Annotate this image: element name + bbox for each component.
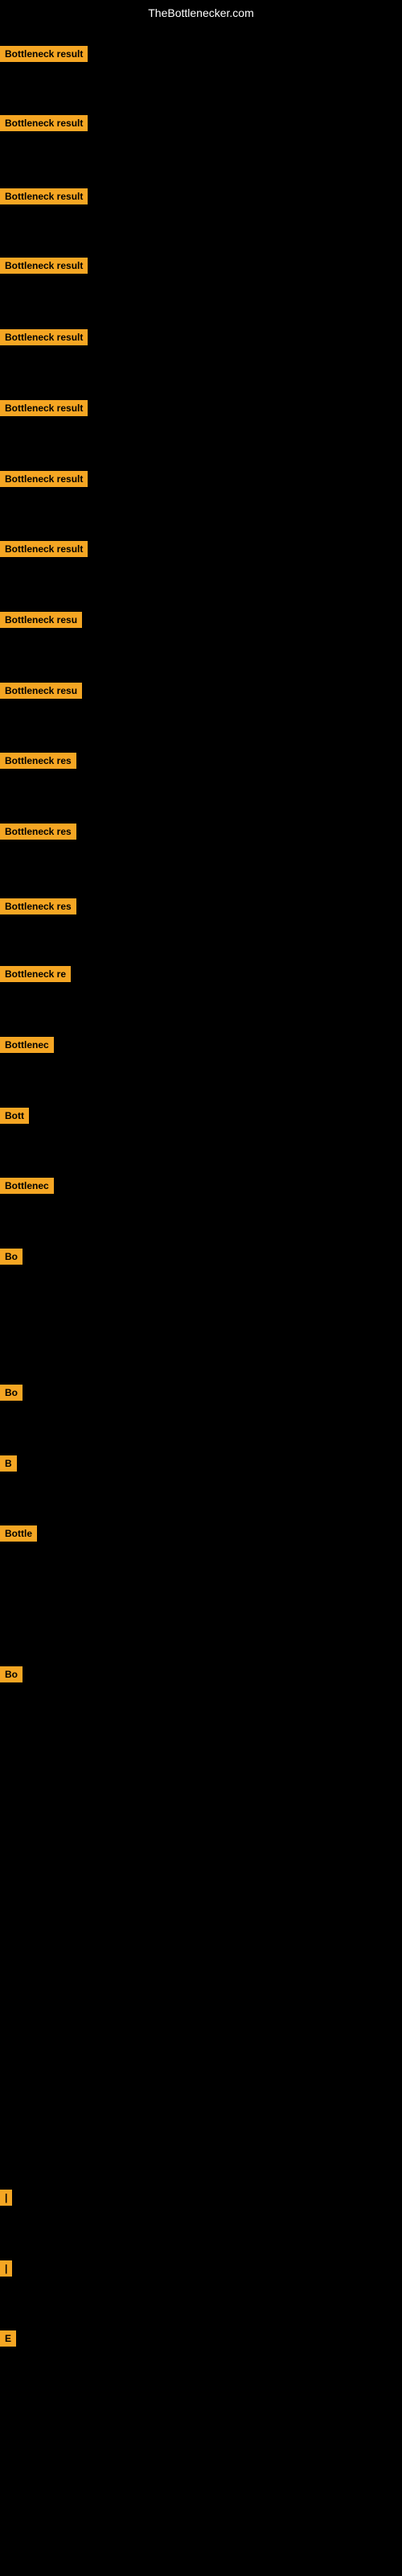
badge-container-7: Bottleneck result xyxy=(0,471,88,491)
badge-container-19: Bo xyxy=(0,1385,23,1405)
bottleneck-result-badge-17[interactable]: Bottlenec xyxy=(0,1178,54,1194)
bottleneck-result-badge-25[interactable]: E xyxy=(0,2330,16,2347)
badge-container-14: Bottleneck re xyxy=(0,966,71,986)
badge-container-23: | xyxy=(0,2190,12,2210)
bottleneck-result-badge-16[interactable]: Bott xyxy=(0,1108,29,1124)
badge-container-22: Bo xyxy=(0,1666,23,1686)
bottleneck-result-badge-3[interactable]: Bottleneck result xyxy=(0,188,88,204)
badge-container-17: Bottlenec xyxy=(0,1178,54,1198)
bottleneck-result-badge-12[interactable]: Bottleneck res xyxy=(0,824,76,840)
badge-container-15: Bottlenec xyxy=(0,1037,54,1057)
bottleneck-result-badge-19[interactable]: Bo xyxy=(0,1385,23,1401)
bottleneck-result-badge-11[interactable]: Bottleneck res xyxy=(0,753,76,769)
badge-container-3: Bottleneck result xyxy=(0,188,88,208)
badge-container-24: | xyxy=(0,2260,12,2281)
bottleneck-result-badge-4[interactable]: Bottleneck result xyxy=(0,258,88,274)
badge-container-12: Bottleneck res xyxy=(0,824,76,844)
bottleneck-result-badge-1[interactable]: Bottleneck result xyxy=(0,46,88,62)
badge-container-4: Bottleneck result xyxy=(0,258,88,278)
site-title: TheBottlenecker.com xyxy=(0,0,402,26)
badge-container-25: E xyxy=(0,2330,16,2351)
bottleneck-result-badge-6[interactable]: Bottleneck result xyxy=(0,400,88,416)
badge-container-16: Bott xyxy=(0,1108,29,1128)
bottleneck-result-badge-21[interactable]: Bottle xyxy=(0,1525,37,1542)
bottleneck-result-badge-8[interactable]: Bottleneck result xyxy=(0,541,88,557)
bottleneck-result-badge-5[interactable]: Bottleneck result xyxy=(0,329,88,345)
badge-container-6: Bottleneck result xyxy=(0,400,88,420)
bottleneck-result-badge-23[interactable]: | xyxy=(0,2190,12,2206)
badge-container-20: B xyxy=(0,1455,17,1476)
bottleneck-result-badge-24[interactable]: | xyxy=(0,2260,12,2277)
bottleneck-result-badge-18[interactable]: Bo xyxy=(0,1249,23,1265)
badge-container-10: Bottleneck resu xyxy=(0,683,82,703)
badge-container-8: Bottleneck result xyxy=(0,541,88,561)
badge-container-1: Bottleneck result xyxy=(0,46,88,66)
bottleneck-result-badge-14[interactable]: Bottleneck re xyxy=(0,966,71,982)
badge-container-11: Bottleneck res xyxy=(0,753,76,773)
bottleneck-result-badge-22[interactable]: Bo xyxy=(0,1666,23,1682)
bottleneck-result-badge-13[interactable]: Bottleneck res xyxy=(0,898,76,914)
bottleneck-result-badge-15[interactable]: Bottlenec xyxy=(0,1037,54,1053)
badge-container-9: Bottleneck resu xyxy=(0,612,82,632)
badge-container-18: Bo xyxy=(0,1249,23,1269)
bottleneck-result-badge-9[interactable]: Bottleneck resu xyxy=(0,612,82,628)
badge-container-21: Bottle xyxy=(0,1525,37,1546)
bottleneck-result-badge-10[interactable]: Bottleneck resu xyxy=(0,683,82,699)
badge-container-2: Bottleneck result xyxy=(0,115,88,135)
badge-container-5: Bottleneck result xyxy=(0,329,88,349)
bottleneck-result-badge-2[interactable]: Bottleneck result xyxy=(0,115,88,131)
badge-container-13: Bottleneck res xyxy=(0,898,76,919)
bottleneck-result-badge-7[interactable]: Bottleneck result xyxy=(0,471,88,487)
bottleneck-result-badge-20[interactable]: B xyxy=(0,1455,17,1472)
